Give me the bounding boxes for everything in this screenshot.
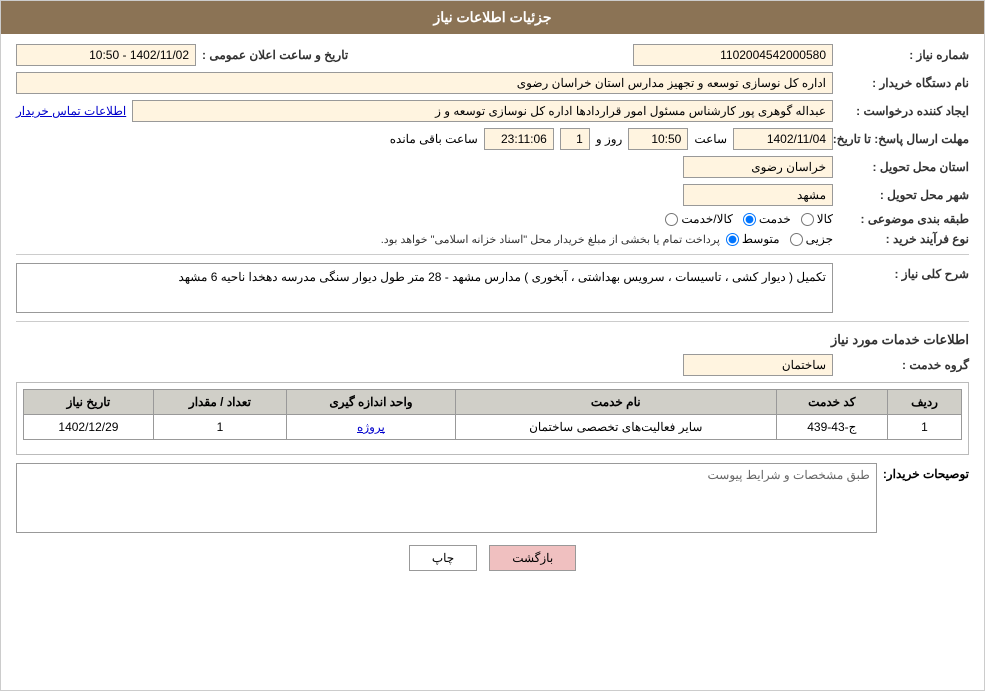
saet-label: ساعت — [694, 132, 727, 146]
services-outer: ردیف کد خدمت نام خدمت واحد اندازه گیری ت… — [16, 382, 969, 455]
radio-kala-item[interactable]: کالا — [801, 212, 833, 226]
row-shomara: شماره نیاز : 1102004542000580 تاریخ و سا… — [16, 44, 969, 66]
radio-khadamat[interactable] — [743, 213, 756, 226]
tabagheh-radio-group: کالا خدمت کالا/خدمت — [665, 212, 833, 226]
radio-khadamat-label: خدمت — [759, 212, 791, 226]
page-title: جزئیات اطلاعات نیاز — [433, 9, 551, 25]
rooz-label: روز و — [596, 132, 623, 146]
col-tedad: تعداد / مقدار — [153, 390, 286, 415]
maande-val: 23:11:06 — [484, 128, 554, 150]
row-dastgah: نام دستگاه خریدار : اداره کل نوسازی توسع… — [16, 72, 969, 94]
maande-label: ساعت باقی مانده — [390, 132, 478, 146]
radio-matawaset[interactable] — [726, 233, 739, 246]
shahr-value: مشهد — [683, 184, 833, 206]
row-sharh: شرح کلی نیاز : تکمیل ( دیوار کشی ، تاسیس… — [16, 263, 969, 313]
divider-2 — [16, 321, 969, 322]
row-tabagheh: طبقه بندی موضوعی : کالا خدمت کالا/خدمت — [16, 212, 969, 226]
mohlet-label: مهلت ارسال پاسخ: تا تاریخ: — [839, 132, 969, 146]
table-cell: پروژه — [287, 415, 456, 440]
ostan-label: استان محل تحویل : — [839, 160, 969, 174]
saet-val: 10:50 — [628, 128, 688, 150]
main-content: شماره نیاز : 1102004542000580 تاریخ و سا… — [1, 34, 984, 593]
dastgah-value: اداره کل نوسازی توسعه و تجهیز مدارس استا… — [16, 72, 833, 94]
radio-kala-khadamat-label: کالا/خدمت — [681, 212, 732, 226]
faraaind-radio-group: جزیی متوسط — [726, 232, 833, 246]
tarikh-saet-label: تاریخ و ساعت اعلان عمومی : — [202, 48, 348, 62]
radio-matawaset-item[interactable]: متوسط — [726, 232, 780, 246]
col-kod: کد خدمت — [776, 390, 887, 415]
radio-kala-label: کالا — [817, 212, 833, 226]
ijad-label: ایجاد کننده درخواست : — [839, 104, 969, 118]
table-cell: 1 — [888, 415, 962, 440]
faraaind-text: پرداخت تمام یا بخشی از مبلغ خریدار محل "… — [381, 233, 720, 246]
radio-kala-khadamat[interactable] — [665, 213, 678, 226]
tarikh-val: 1402/11/04 — [733, 128, 833, 150]
rooz-val: 1 — [560, 128, 590, 150]
row-mohlet: مهلت ارسال پاسخ: تا تاریخ: 1402/11/04 سا… — [16, 128, 969, 150]
desc-outer: توصیحات خریدار: طبق مشخصات و شرایط پیوست — [16, 463, 969, 533]
tawsif-value: طبق مشخصات و شرایط پیوست — [16, 463, 877, 533]
shahr-label: شهر محل تحویل : — [839, 188, 969, 202]
tawsif-label: توصیحات خریدار: — [883, 463, 969, 481]
table-cell: 1 — [153, 415, 286, 440]
col-vahed: واحد اندازه گیری — [287, 390, 456, 415]
row-ostan: استان محل تحویل : خراسان رضوی — [16, 156, 969, 178]
shomara-group: شماره نیاز : 1102004542000580 — [633, 44, 969, 66]
ijad-value: عبداله گوهری پور کارشناس مسئول امور قرار… — [132, 100, 833, 122]
tarikh-saet-value: 1402/11/02 - 10:50 — [16, 44, 196, 66]
faraaind-label: نوع فرآیند خرید : — [839, 232, 969, 246]
divider-1 — [16, 254, 969, 255]
back-button[interactable]: بازگشت — [489, 545, 576, 571]
radio-jozii-label: جزیی — [806, 232, 833, 246]
footer-buttons: بازگشت چاپ — [16, 545, 969, 571]
khadamat-section-title: اطلاعات خدمات مورد نیاز — [16, 332, 969, 348]
page-header: جزئیات اطلاعات نیاز — [1, 1, 984, 34]
row-shahr: شهر محل تحویل : مشهد — [16, 184, 969, 206]
services-table: ردیف کد خدمت نام خدمت واحد اندازه گیری ت… — [23, 389, 962, 440]
ijad-link[interactable]: اطلاعات تماس خریدار — [16, 104, 126, 118]
radio-kala[interactable] — [801, 213, 814, 226]
radio-matawaset-label: متوسط — [742, 232, 780, 246]
table-cell: ج-43-439 — [776, 415, 887, 440]
radio-jozii[interactable] — [790, 233, 803, 246]
row-faraaind: نوع فرآیند خرید : جزیی متوسط پرداخت تمام… — [16, 232, 969, 246]
shomara-value: 1102004542000580 — [633, 44, 833, 66]
row-grooh: گروه خدمت : ساختمان — [16, 354, 969, 376]
ostan-value: خراسان رضوی — [683, 156, 833, 178]
desc-box-wrapper: طبق مشخصات و شرایط پیوست — [16, 463, 877, 533]
col-naam: نام خدمت — [455, 390, 776, 415]
table-row: 1ج-43-439سایر فعالیت‌های تخصصی ساختمانپر… — [24, 415, 962, 440]
shomara-label: شماره نیاز : — [839, 48, 969, 62]
grooh-label: گروه خدمت : — [839, 358, 969, 372]
dastgah-label: نام دستگاه خریدار : — [839, 76, 969, 90]
col-tarikh: تاریخ نیاز — [24, 390, 154, 415]
sharh-label: شرح کلی نیاز : — [839, 263, 969, 281]
tarikh-saet-group: تاریخ و ساعت اعلان عمومی : 1402/11/02 - … — [16, 44, 348, 66]
radio-kala-khadamat-item[interactable]: کالا/خدمت — [665, 212, 732, 226]
radio-jozii-item[interactable]: جزیی — [790, 232, 833, 246]
row-ijad: ایجاد کننده درخواست : عبداله گوهری پور ک… — [16, 100, 969, 122]
radio-khadamat-item[interactable]: خدمت — [743, 212, 791, 226]
tabagheh-label: طبقه بندی موضوعی : — [839, 212, 969, 226]
table-cell: سایر فعالیت‌های تخصصی ساختمان — [455, 415, 776, 440]
grooh-value: ساختمان — [683, 354, 833, 376]
sharh-value: تکمیل ( دیوار کشی ، تاسیسات ، سرویس بهدا… — [16, 263, 833, 313]
print-button[interactable]: چاپ — [409, 545, 477, 571]
page-wrapper: جزئیات اطلاعات نیاز شماره نیاز : 1102004… — [0, 0, 985, 691]
col-radif: ردیف — [888, 390, 962, 415]
table-cell: 1402/12/29 — [24, 415, 154, 440]
